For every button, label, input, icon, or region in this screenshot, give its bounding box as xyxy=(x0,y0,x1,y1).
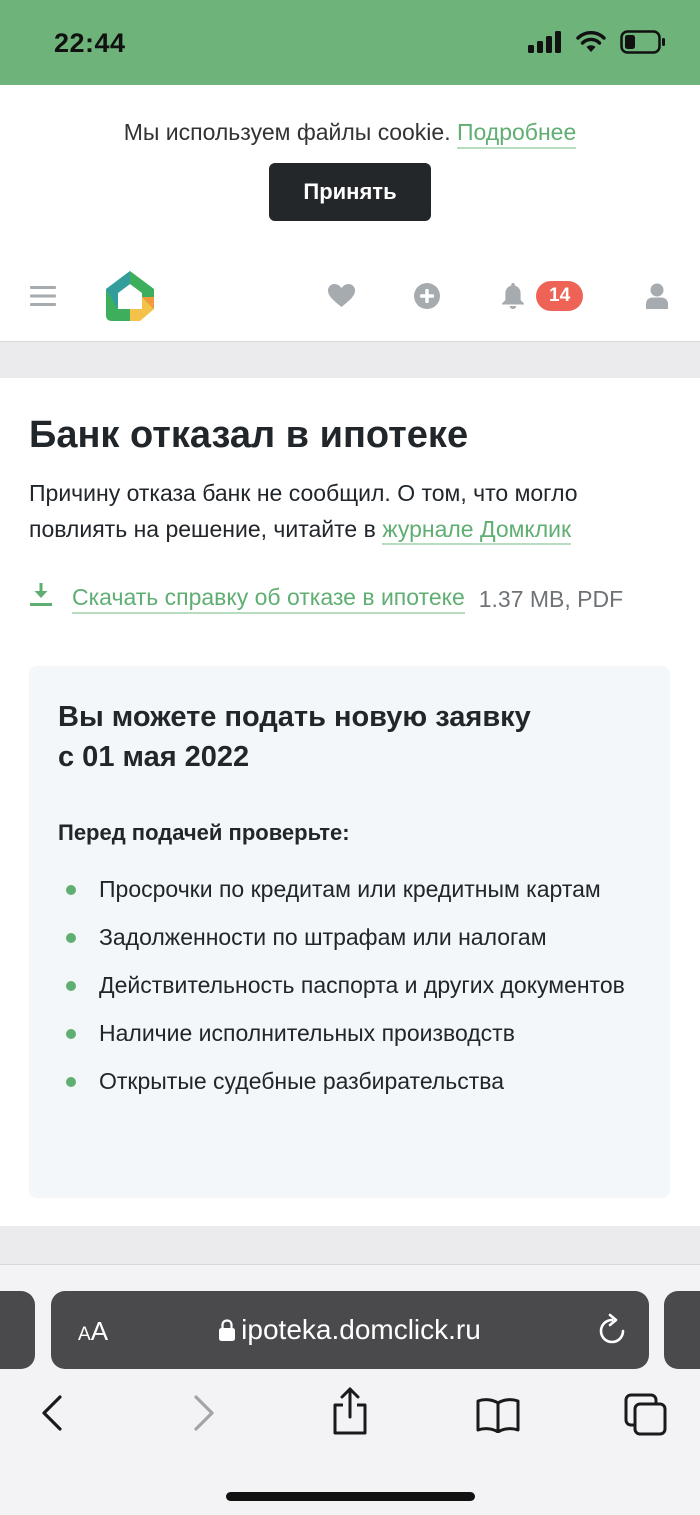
reload-icon xyxy=(599,1313,625,1344)
checklist-item-text: Действительность паспорта и других докум… xyxy=(99,972,625,998)
share-button[interactable] xyxy=(331,1387,369,1440)
heart-icon xyxy=(328,283,355,307)
back-button[interactable] xyxy=(40,1393,64,1438)
menu-button[interactable] xyxy=(30,249,56,342)
book-icon xyxy=(476,1398,520,1434)
bullet-icon xyxy=(66,885,76,895)
share-icon xyxy=(333,1387,367,1435)
journal-link[interactable]: журнале Домклик xyxy=(382,516,572,545)
battery-icon xyxy=(620,30,665,54)
refusal-description: Причину отказа банк не сообщил. О том, ч… xyxy=(29,475,679,547)
download-certificate-link[interactable]: Скачать справку об отказе в ипотеке xyxy=(72,584,465,614)
download-row: Скачать справку об отказе в ипотеке 1.37… xyxy=(30,583,624,614)
checklist-item-text: Задолженности по штрафам или налогам xyxy=(99,924,547,950)
chevron-left-icon xyxy=(42,1395,62,1431)
checklist-item: Наличие исполнительных производств xyxy=(58,1016,648,1050)
hamburger-menu-icon xyxy=(30,285,56,306)
address-bar[interactable]: AA ipoteka.domclick.ru xyxy=(51,1291,649,1369)
checklist-item: Действительность паспорта и других докум… xyxy=(58,968,648,1002)
download-icon xyxy=(30,583,52,606)
previous-tab-edge[interactable] xyxy=(0,1291,35,1369)
checklist-item-text: Наличие исполнительных производств xyxy=(99,1020,515,1046)
browser-toolbar xyxy=(0,1385,700,1445)
favorites-button[interactable] xyxy=(328,249,355,342)
cookie-text: Мы используем файлы cookie. xyxy=(123,119,451,145)
cookie-message: Мы используем файлы cookie. Подробнее xyxy=(0,119,700,149)
checklist-item: Открытые судебные разбирательства xyxy=(58,1064,648,1098)
user-icon xyxy=(646,283,668,309)
reapply-title-line1: Вы можете подать новую заявку xyxy=(58,701,531,733)
checklist-title: Перед подачей проверьте: xyxy=(58,820,350,845)
url-text: ipoteka.domclick.ru xyxy=(241,1314,481,1345)
lock-icon xyxy=(219,1319,236,1341)
domclick-logo-icon xyxy=(106,270,154,321)
tabs-button[interactable] xyxy=(624,1393,668,1442)
url-display[interactable]: ipoteka.domclick.ru xyxy=(51,1314,649,1346)
cookie-more-link[interactable]: Подробнее xyxy=(456,119,577,149)
add-button[interactable] xyxy=(414,249,440,342)
checklist-item: Просрочки по кредитам или кредитным карт… xyxy=(58,872,648,906)
page-title: Банк отказал в ипотеке xyxy=(29,414,469,456)
reapply-date: с 01 мая 2022 xyxy=(58,741,250,773)
status-time: 22:44 xyxy=(54,28,126,58)
checklist-item: Задолженности по штрафам или налогам xyxy=(58,920,648,954)
status-bar: 22:44 xyxy=(0,0,700,85)
home-indicator[interactable] xyxy=(226,1492,475,1501)
status-icons xyxy=(528,30,666,54)
cellular-signal-icon xyxy=(528,31,561,53)
checklist: Просрочки по кредитам или кредитным карт… xyxy=(58,872,648,1112)
reload-button[interactable] xyxy=(597,1313,627,1350)
bullet-icon xyxy=(66,1029,76,1039)
reapply-info-box: Вы можете подать новую заявку с 01 мая 2… xyxy=(29,666,670,1198)
bookmarks-button[interactable] xyxy=(476,1397,520,1438)
checklist-item-text: Открытые судебные разбирательства xyxy=(99,1068,505,1094)
bullet-icon xyxy=(66,1077,76,1087)
chevron-right-icon xyxy=(194,1395,214,1431)
plus-circle-icon xyxy=(414,282,440,309)
wifi-icon xyxy=(576,31,606,52)
cookie-banner: Мы используем файлы cookie. Подробнее Пр… xyxy=(0,85,700,249)
bell-icon xyxy=(502,282,524,309)
site-header: 14 xyxy=(0,249,700,342)
refusal-card: Банк отказал в ипотеке Причину отказа ба… xyxy=(0,378,700,1226)
accept-cookies-button[interactable]: Принять xyxy=(269,163,431,221)
next-tab-edge[interactable] xyxy=(664,1291,700,1369)
notifications-badge: 14 xyxy=(536,280,584,311)
checklist-item-text: Просрочки по кредитам или кредитным карт… xyxy=(99,876,601,902)
reapply-title: Вы можете подать новую заявку с 01 мая 2… xyxy=(58,697,638,777)
tabs-icon xyxy=(624,1393,667,1436)
bullet-icon xyxy=(66,981,76,991)
profile-button[interactable] xyxy=(646,249,668,342)
file-size: 1.37 MB, PDF xyxy=(478,585,624,612)
forward-button[interactable] xyxy=(192,1393,216,1438)
bullet-icon xyxy=(66,933,76,943)
domclick-logo[interactable] xyxy=(104,249,156,342)
notifications-button[interactable]: 14 xyxy=(502,249,584,342)
